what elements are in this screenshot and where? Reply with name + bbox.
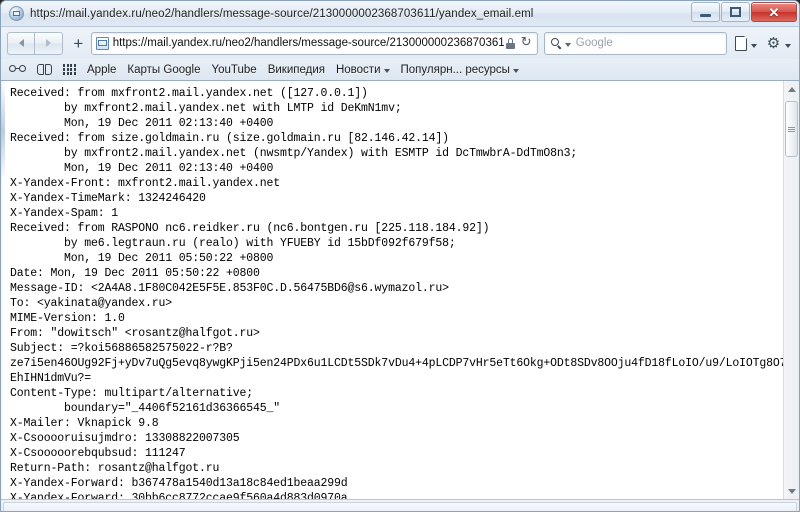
bookmark-item-karty-google[interactable]: Карты Google xyxy=(127,64,200,76)
scrollbar-thumb[interactable] xyxy=(785,101,798,157)
browser-window: https://mail.yandex.ru/neo2/handlers/mes… xyxy=(0,0,800,512)
bookmark-label: Apple xyxy=(87,63,117,76)
vertical-scrollbar[interactable] xyxy=(783,81,799,499)
scrollbar-grip-icon xyxy=(788,126,795,132)
bookmark-label: Википедия xyxy=(267,63,325,76)
bookmark-item-popular-resources[interactable]: Популярн... ресурсы xyxy=(401,64,519,76)
apps-grid-icon[interactable] xyxy=(63,64,76,75)
bookmark-item-apple[interactable]: Apple xyxy=(87,64,116,76)
navigation-toolbar: + https://mail.yandex.ru/neo2/handlers/m… xyxy=(1,27,799,59)
page-menu-chevron-down-icon[interactable] xyxy=(751,43,757,48)
window-title: https://mail.yandex.ru/neo2/handlers/mes… xyxy=(30,7,534,20)
email-source-text: Received: from mxfront2.mail.yandex.net … xyxy=(10,87,783,499)
bookmark-label: Популярн... ресурсы xyxy=(400,63,510,76)
maximize-icon xyxy=(730,7,741,17)
toolbar-right-group: ⚙ xyxy=(735,35,793,51)
bookmark-item-novosti[interactable]: Новости xyxy=(336,64,390,76)
arrow-right-icon xyxy=(46,39,51,47)
minimize-icon xyxy=(700,13,711,17)
window-favicon-icon xyxy=(9,6,24,21)
new-tab-button[interactable]: + xyxy=(68,32,89,55)
bookmark-item-wikipedia[interactable]: Википедия xyxy=(268,64,325,76)
bookmark-label: Новости xyxy=(335,63,381,76)
address-bar-input[interactable]: https://mail.yandex.ru/neo2/handlers/mes… xyxy=(113,37,504,49)
back-button[interactable] xyxy=(7,31,35,55)
bookmarks-book-icon[interactable] xyxy=(37,64,52,75)
search-input[interactable]: Google xyxy=(576,37,613,49)
search-icon xyxy=(550,37,562,49)
scroll-down-button[interactable] xyxy=(784,483,799,499)
bookmark-label: YouTube xyxy=(211,63,257,76)
scroll-up-button[interactable] xyxy=(784,81,799,97)
chevron-down-icon xyxy=(512,68,519,73)
bookmarks-bar: Apple Карты Google YouTube Википедия Нов… xyxy=(1,59,799,81)
reload-icon[interactable]: ↻ xyxy=(520,36,533,50)
status-strip xyxy=(1,499,799,511)
title-bar: https://mail.yandex.ru/neo2/handlers/mes… xyxy=(1,1,799,27)
window-controls: ✕ xyxy=(690,2,797,22)
triangle-down-icon xyxy=(787,488,796,494)
gear-icon[interactable]: ⚙ xyxy=(766,35,781,51)
page-viewport: Received: from mxfront2.mail.yandex.net … xyxy=(1,81,799,499)
settings-chevron-down-icon[interactable] xyxy=(785,43,791,48)
address-bar[interactable]: https://mail.yandex.ru/neo2/handlers/mes… xyxy=(90,31,538,55)
bookmark-label: Карты Google xyxy=(127,63,201,76)
search-bar[interactable]: Google xyxy=(543,31,727,55)
forward-button[interactable] xyxy=(35,31,63,55)
status-strip-inner xyxy=(3,502,797,511)
bookmark-item-youtube[interactable]: YouTube xyxy=(211,64,256,76)
close-button[interactable]: ✕ xyxy=(751,2,797,22)
search-engine-chevron-down-icon[interactable] xyxy=(564,42,571,47)
triangle-up-icon xyxy=(787,86,796,92)
reading-glasses-icon[interactable] xyxy=(9,65,26,74)
arrow-left-icon xyxy=(18,39,24,47)
page-menu-icon[interactable] xyxy=(735,35,748,51)
lock-icon xyxy=(505,37,515,49)
nav-button-group xyxy=(7,31,63,55)
close-icon: ✕ xyxy=(768,4,780,20)
chevron-down-icon xyxy=(383,68,390,73)
minimize-button[interactable] xyxy=(691,2,720,22)
site-favicon-icon xyxy=(95,36,109,50)
page-content: Received: from mxfront2.mail.yandex.net … xyxy=(2,81,783,499)
maximize-button[interactable] xyxy=(721,2,750,22)
